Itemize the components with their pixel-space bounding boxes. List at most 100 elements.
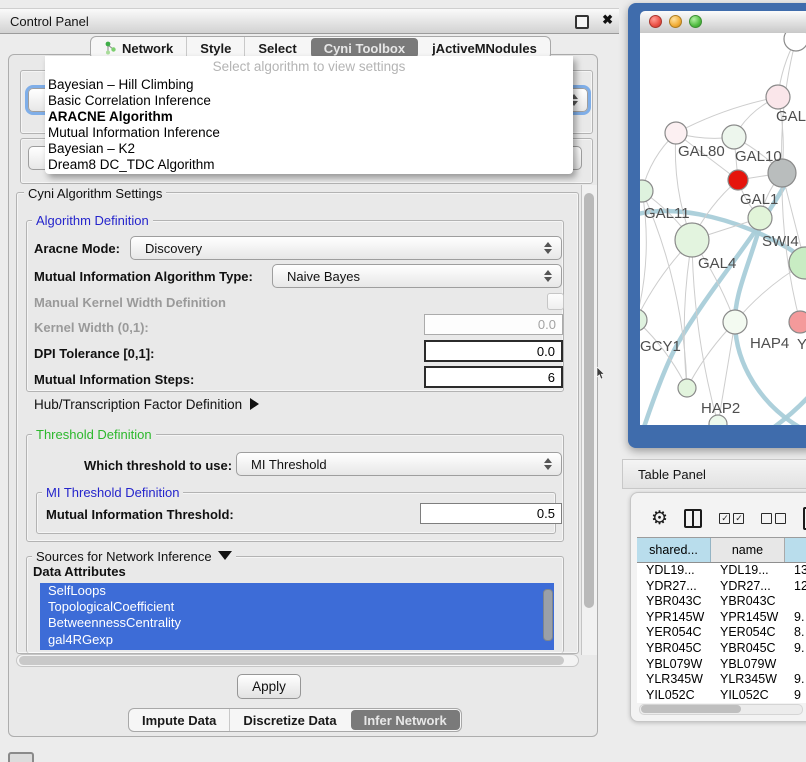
dropdown-item[interactable]: Bayesian – K2 [45,141,573,157]
aracne-mode-combobox[interactable]: Discovery [130,236,562,260]
table-row[interactable]: YDR27...YDR27...12 [637,579,806,595]
dpi-tolerance-field[interactable] [424,340,563,362]
dropdown-item[interactable]: Dream8 DC_TDC Algorithm [45,157,573,173]
table-cell: YER054C [711,625,785,641]
combo-arrows-icon [543,242,553,254]
select-all-icon[interactable]: ✓✓ [719,513,744,524]
column-layout-icon[interactable] [684,509,702,528]
settings-horizontal-scrollbar[interactable] [16,654,579,667]
application-window: Control Panel ✖ NetworkStyleSelectCyni T… [0,0,806,762]
dropdown-item[interactable]: ARACNE Algorithm [45,109,573,125]
network-node[interactable] [678,379,696,397]
table-horizontal-scrollbar[interactable] [639,704,803,715]
dpi-tolerance-label: DPI Tolerance [0,1]: [34,346,154,361]
algorithm-dropdown-popup: Select algorithm to view settings Bayesi… [45,56,573,174]
control-panel-titlebar: Control Panel ✖ [0,8,619,34]
scrollbar-thumb[interactable] [584,193,594,608]
tab-cyni-toolbox[interactable]: Cyni Toolbox [311,38,418,58]
network-node[interactable] [784,33,806,51]
attribute-list-item[interactable]: BetweennessCentrality [40,615,554,631]
network-node[interactable] [722,125,746,149]
table-cell [785,594,806,610]
table-row[interactable]: YLR345WYLR345W9. [637,672,806,688]
mi-steps-field[interactable] [424,366,563,388]
table-row[interactable]: YBR045CYBR045C9. [637,641,806,657]
scrollbar-thumb[interactable] [641,705,741,713]
data-attributes-label: Data Attributes [33,564,126,579]
maximize-window-icon[interactable] [689,15,702,28]
data-attributes-list[interactable]: SelfLoopsTopologicalCoefficientBetweenne… [40,583,554,650]
table-row[interactable]: YPR145WYPR145W9. [637,610,806,626]
table-row[interactable]: YER054CYER054C8. [637,625,806,641]
table-cell: YDR27... [637,579,711,595]
tab-infer-network[interactable]: Infer Network [351,710,460,730]
table-row[interactable]: YBL079WYBL079W [637,657,806,673]
manual-kernel-width-checkbox[interactable] [547,293,564,310]
table-cell: 13 [785,563,806,579]
algorithm-definition-title: Algorithm Definition [32,213,153,228]
table-cell: 9. [785,641,806,657]
network-node[interactable] [640,180,653,202]
network-node[interactable] [728,170,748,190]
network-node-label: HAP4 [750,335,789,352]
network-node[interactable] [675,223,709,257]
network-node[interactable] [665,122,687,144]
table-row[interactable]: YDL19...YDL19...13 [637,563,806,579]
network-node[interactable] [640,309,647,331]
close-window-icon[interactable] [649,15,662,28]
network-canvas[interactable]: GALGAL80GAL10GAL1GAL11SWI4GAL4GCY1HAP4YH… [640,33,806,425]
column-header[interactable]: A [785,538,806,562]
table-cell: YBR045C [711,641,785,657]
dropdown-item[interactable]: Bayesian – Hill Climbing [45,77,573,93]
tab-impute-data[interactable]: Impute Data [129,709,229,731]
scrollbar-thumb[interactable] [19,656,564,665]
minimize-window-icon[interactable] [669,15,682,28]
close-panel-icon[interactable]: ✖ [602,12,613,28]
apply-button[interactable]: Apply [237,674,301,699]
window-grip-icon[interactable] [8,752,34,762]
deselect-all-icon[interactable] [761,513,786,524]
table-row[interactable]: YBR043CYBR043C [637,594,806,610]
network-edge[interactable] [684,240,692,388]
network-node-label: HAP2 [701,400,740,417]
table-cell: 9 [785,688,806,704]
attribute-list-scrollbar[interactable] [543,589,553,641]
attribute-list-item[interactable]: gal4RGexp [40,632,554,648]
table-cell: YBR045C [637,641,711,657]
table-cell: YDL19... [637,563,711,579]
settings-vertical-scrollbar[interactable] [581,185,597,655]
dropdown-prompt: Select algorithm to view settings [45,56,573,77]
network-node[interactable] [789,311,806,333]
table-cell: YLR345W [711,672,785,688]
kernel-width-field[interactable] [424,314,563,335]
mi-algorithm-type-combobox[interactable]: Naive Bayes [272,264,562,288]
table-cell: 9. [785,672,806,688]
gear-icon[interactable]: ⚙ [651,507,668,530]
column-header[interactable]: shared... [637,538,711,562]
column-header[interactable]: name [711,538,785,562]
network-window-titlebar[interactable] [640,11,806,34]
which-threshold-combobox[interactable]: MI Threshold [236,452,562,476]
network-node[interactable] [766,85,790,109]
table-cell: YIL052C [711,688,785,704]
float-panel-icon[interactable] [575,15,589,29]
mi-threshold-definition-title: MI Threshold Definition [42,485,183,500]
attribute-list-item[interactable]: TopologicalCoefficient [40,599,554,615]
network-node[interactable] [723,310,747,334]
table-row[interactable]: YIL052CYIL052C9 [637,688,806,704]
expand-arrow-icon [250,398,259,410]
table-cell: YBR043C [637,594,711,610]
attribute-list-item[interactable]: SelfLoops [40,583,554,599]
hub-definition-toggle[interactable]: Hub/Transcription Factor Definition [34,397,259,412]
dropdown-item[interactable]: Basic Correlation Inference [45,93,573,109]
dropdown-item[interactable]: Mutual Information Inference [45,125,573,141]
network-node[interactable] [748,206,772,230]
which-threshold-label: Which threshold to use: [84,458,232,473]
table-cell: YDR27... [711,579,785,595]
table-cell: 8. [785,625,806,641]
tab-discretize-data[interactable]: Discretize Data [229,709,349,731]
mi-threshold-field[interactable] [420,503,562,524]
sources-title[interactable]: Sources for Network Inference [32,549,236,564]
table-cell: YIL052C [637,688,711,704]
table-cell: YER054C [637,625,711,641]
